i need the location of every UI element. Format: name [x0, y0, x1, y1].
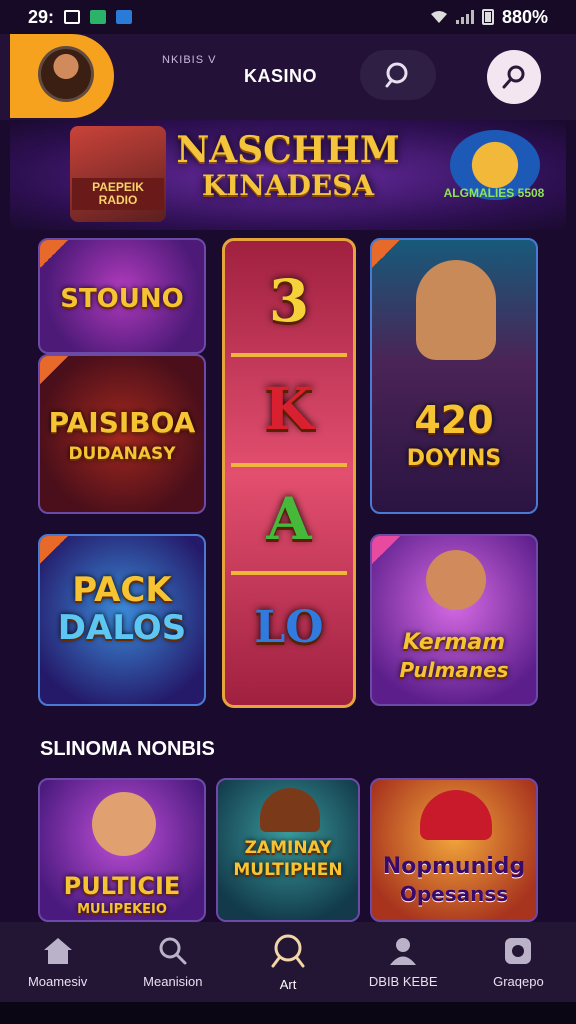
- search-ring-icon: [271, 934, 305, 967]
- person-icon: [390, 937, 417, 965]
- nav-item-search[interactable]: Meanision: [115, 922, 230, 1002]
- nav-item-badge[interactable]: Graqepo: [461, 922, 576, 1002]
- home-icon: [43, 937, 72, 964]
- tile-label-line1: PACK: [72, 570, 172, 610]
- tile-label-line1: ZAMINAY: [244, 838, 332, 858]
- reel-divider: [231, 463, 347, 467]
- nav-item-art[interactable]: Art: [230, 922, 345, 1002]
- nav-item-home[interactable]: Moamesiv: [0, 922, 115, 1002]
- tile-label-line2: MULIPEKEIO: [77, 902, 167, 917]
- tile-label-line1: Kermam: [402, 630, 506, 655]
- search-button[interactable]: [360, 50, 436, 100]
- page-title: KASINO: [244, 66, 318, 86]
- nav-label: Art: [279, 976, 297, 992]
- game-tile-pulticie[interactable]: PULTICIE MULIPEKEIO: [38, 778, 206, 922]
- tile-label-line1: PULTICIE: [63, 872, 181, 900]
- tile-label: STOUNO: [60, 284, 184, 314]
- tile-label-line1: PAISIBOA: [48, 406, 196, 439]
- battery-level: 880%: [501, 6, 548, 27]
- avatar[interactable]: [38, 46, 94, 102]
- tile-corner-tag: [40, 356, 68, 384]
- brand-logo[interactable]: [10, 34, 114, 118]
- messaging-icon: [90, 10, 107, 24]
- search-icon: [385, 62, 408, 88]
- profile-button[interactable]: [487, 50, 541, 104]
- wifi-icon: [430, 11, 447, 23]
- hero-portrait: [416, 260, 496, 360]
- nav-item-profile[interactable]: DBIB KEBE: [346, 922, 461, 1002]
- nav-label: Graqepo: [493, 973, 544, 989]
- notification-icon: [64, 10, 81, 24]
- slot-reel[interactable]: 3 K A LO: [222, 238, 356, 708]
- tile-label-line1: Nopmunidg: [382, 854, 526, 879]
- promo-banner[interactable]: PAEPEIK RADIO NASCHHM KINADESA ALGMALIES…: [10, 120, 566, 230]
- nav-label: DBIB KEBE: [368, 973, 438, 989]
- tile-corner-tag: [372, 536, 400, 564]
- header-subtitle: NKIBIS V: [162, 54, 217, 66]
- tile-label-line2: DALOS: [57, 608, 187, 648]
- signal-icon: [455, 10, 474, 24]
- banner-right-label: ALGMALIES 5508: [443, 186, 545, 200]
- badge-icon: [505, 937, 532, 964]
- game-tile-nopmunidg[interactable]: Nopmunidg Opesanss: [370, 778, 538, 922]
- system-home-bar: [0, 1002, 576, 1024]
- tile-corner-tag: [372, 240, 400, 268]
- reel-divider: [231, 571, 347, 575]
- reel-divider: [231, 353, 347, 357]
- tile-label-line2: DOYINS: [406, 446, 502, 471]
- game-tile-kermam[interactable]: Kermam Pulmanes: [370, 534, 538, 706]
- character-hat: [420, 790, 492, 840]
- tile-label-line2: Opesanss: [399, 882, 509, 906]
- tile-label-line1: 420: [414, 398, 494, 442]
- tile-label-line2: Pulmanes: [399, 658, 509, 682]
- key-search-icon: [502, 65, 525, 89]
- game-tile-hero[interactable]: 420 DOYINS: [370, 238, 538, 514]
- tile-label-line2: DUDANASY: [68, 444, 176, 464]
- slot-symbol: A: [266, 485, 312, 553]
- status-left: 29:: [28, 6, 133, 28]
- nav-label: Meanision: [143, 973, 203, 989]
- status-right: 880%: [430, 7, 548, 28]
- section-title: SLINOMA NONBIS: [40, 738, 215, 760]
- nav-label: Moamesiv: [27, 973, 88, 989]
- app-icon: [116, 10, 133, 24]
- bottom-nav: Moamesiv Meanision Art DBIB KEBE Graqepo: [0, 922, 576, 1002]
- tile-corner-tag: [40, 240, 68, 268]
- game-tile-pack[interactable]: PACK DALOS: [38, 534, 206, 706]
- game-tile-stouno[interactable]: STOUNO: [38, 238, 206, 354]
- character-portrait: [426, 550, 486, 610]
- character-hat: [260, 788, 320, 832]
- battery-icon: [481, 9, 494, 25]
- game-tile-paisiboa[interactable]: PAISIBOA DUDANASY: [38, 354, 206, 514]
- slot-symbol: 3: [268, 267, 310, 335]
- slot-symbol: K: [263, 375, 315, 443]
- status-time: 29:: [28, 6, 55, 27]
- app-header: NKIBIS V KASINO: [0, 34, 576, 120]
- game-tile-zaminay[interactable]: ZAMINAY MULTIPHEN: [216, 778, 360, 922]
- character-portrait: [92, 792, 156, 856]
- status-bar: 29: 880%: [0, 0, 576, 34]
- tile-corner-tag: [40, 536, 68, 564]
- search-icon: [159, 937, 187, 964]
- tile-label-line2: MULTIPHEN: [233, 860, 343, 880]
- slot-symbol: LO: [254, 601, 324, 653]
